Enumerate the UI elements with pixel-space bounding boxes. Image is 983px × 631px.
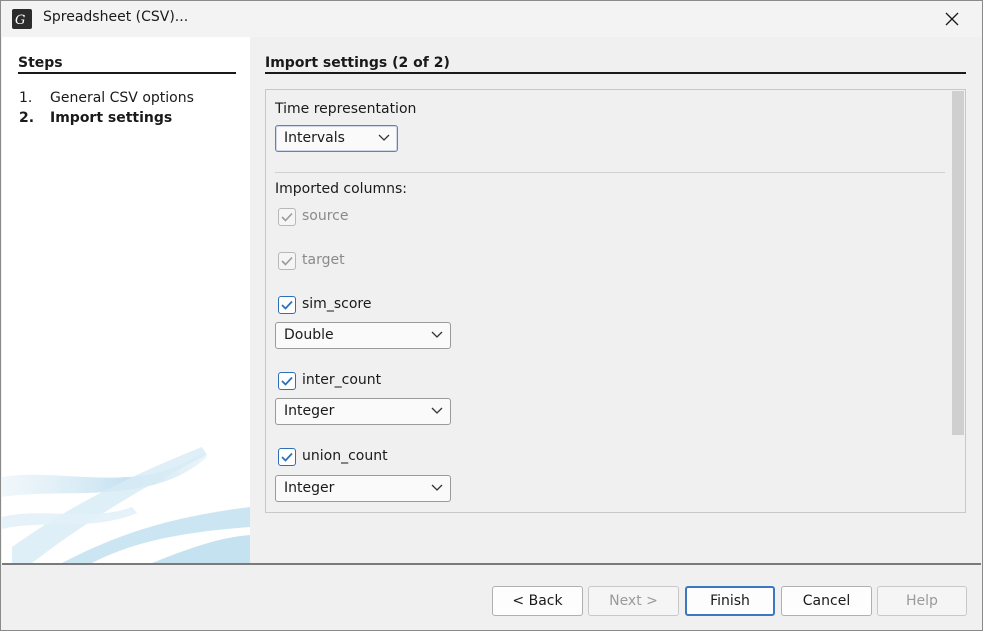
gephi-app-icon: G: [12, 9, 32, 29]
source-checkbox-label: source: [302, 208, 349, 224]
steps-title: Steps: [18, 55, 63, 71]
checkmark-icon: [281, 376, 293, 386]
step-number: 1.: [19, 90, 33, 106]
help-button[interactable]: Help: [877, 586, 967, 616]
next-button[interactable]: Next >: [588, 586, 679, 616]
decorative-swoosh-graphic: [2, 447, 250, 563]
steps-panel: Steps 1. General CSV options 2. Import set…: [2, 37, 250, 563]
union-count-checkbox-label[interactable]: union_count: [302, 448, 388, 464]
step-general-csv-options: 1. General CSV options: [19, 90, 194, 106]
import-settings-panel: Time representation Intervals Imported c…: [265, 89, 966, 513]
chevron-down-icon: [431, 331, 443, 338]
dialog-window: G Spreadsheet (CSV)... Steps 1. General C…: [0, 0, 983, 631]
union-count-checkbox[interactable]: [278, 448, 296, 466]
step-number: 2.: [19, 110, 35, 126]
title-bar: G Spreadsheet (CSV)...: [1, 1, 982, 37]
checkmark-icon: [281, 256, 293, 266]
time-representation-value: Intervals: [284, 130, 345, 146]
sim-score-type-value: Double: [284, 327, 334, 343]
back-button[interactable]: < Back: [492, 586, 583, 616]
step-import-settings: 2. Import settings: [19, 110, 172, 126]
import-settings-title: Import settings (2 of 2): [265, 55, 450, 71]
cancel-button[interactable]: Cancel: [781, 586, 872, 616]
vertical-scrollbar[interactable]: [952, 91, 964, 435]
chevron-down-icon: [378, 134, 390, 141]
chevron-down-icon: [431, 407, 443, 414]
union-count-type-select[interactable]: Integer: [275, 475, 451, 502]
step-label: General CSV options: [50, 90, 194, 106]
checkmark-icon: [281, 300, 293, 310]
chevron-down-icon: [431, 484, 443, 491]
section-divider: [275, 172, 945, 173]
step-label: Import settings: [50, 110, 173, 126]
checkmark-icon: [281, 212, 293, 222]
close-icon: [945, 12, 959, 26]
finish-button[interactable]: Finish: [685, 586, 775, 616]
close-button[interactable]: [937, 5, 967, 33]
source-checkbox: [278, 208, 296, 226]
inter-count-checkbox-label[interactable]: inter_count: [302, 372, 381, 388]
steps-divider: [18, 72, 236, 74]
sim-score-checkbox[interactable]: [278, 296, 296, 314]
sim-score-type-select[interactable]: Double: [275, 322, 451, 349]
inter-count-checkbox[interactable]: [278, 372, 296, 390]
import-settings-divider: [265, 72, 966, 74]
window-title: Spreadsheet (CSV)...: [43, 9, 189, 25]
time-representation-select[interactable]: Intervals: [275, 125, 398, 152]
inter-count-type-value: Integer: [284, 403, 335, 419]
time-representation-label: Time representation: [275, 101, 417, 117]
target-checkbox-label: target: [302, 252, 345, 268]
union-count-type-value: Integer: [284, 480, 335, 496]
imported-columns-label: Imported columns:: [275, 181, 407, 197]
inter-count-type-select[interactable]: Integer: [275, 398, 451, 425]
target-checkbox: [278, 252, 296, 270]
svg-text:G: G: [15, 13, 25, 28]
button-bar-divider: [2, 563, 981, 565]
checkmark-icon: [281, 452, 293, 462]
sim-score-checkbox-label[interactable]: sim_score: [302, 296, 371, 312]
